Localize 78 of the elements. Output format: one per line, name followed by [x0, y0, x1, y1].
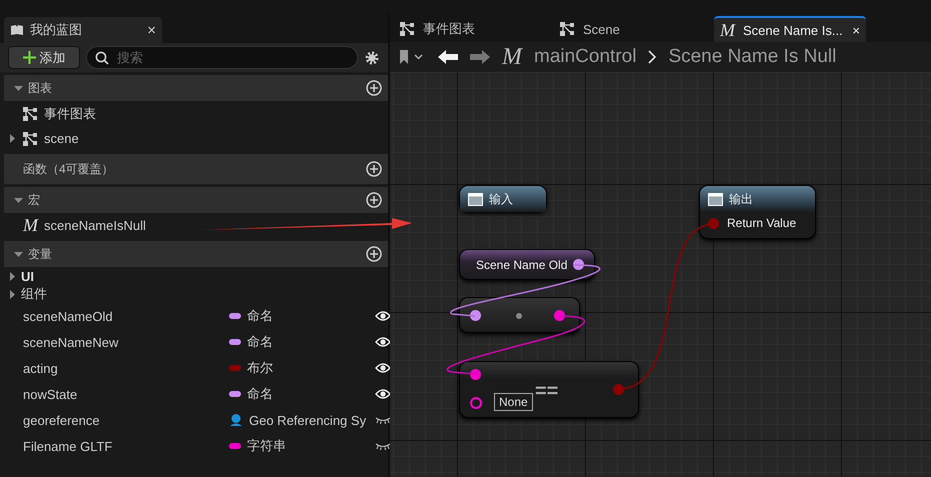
node-title: Scene Name Old [476, 258, 568, 272]
graph-icon [23, 106, 38, 120]
editor-tab[interactable]: 事件图表 [394, 16, 546, 42]
macro-item[interactable]: sceneNameIsNull [44, 218, 146, 233]
add-icon[interactable] [366, 246, 382, 262]
search-field[interactable]: 搜索 [86, 46, 358, 69]
add-icon[interactable] [366, 80, 382, 96]
eye-icon[interactable] [375, 310, 391, 322]
macro-icon: M [720, 20, 735, 40]
window-icon [708, 192, 723, 206]
empty-pin-icon[interactable] [470, 397, 482, 409]
variable-type: 命名 [247, 333, 273, 351]
category-item[interactable]: UI [21, 268, 34, 284]
close-button[interactable]: × [147, 22, 156, 38]
eye-icon[interactable] [375, 362, 391, 374]
node-title: 输出 [729, 190, 753, 208]
dot-icon [516, 313, 522, 319]
settings-icon[interactable] [364, 50, 380, 66]
string-pin-icon[interactable] [470, 369, 481, 380]
panel-tab[interactable]: 我的蓝图 × [4, 17, 162, 43]
back-arrow-icon[interactable] [438, 50, 458, 64]
variable-node[interactable]: Scene Name Old [459, 249, 595, 280]
book-icon [10, 24, 24, 36]
window-icon [468, 192, 483, 206]
chevron-icon [648, 50, 656, 64]
node-title: 输入 [489, 190, 513, 208]
expand-arrow-icon[interactable] [8, 134, 17, 143]
name-pin-icon[interactable] [470, 310, 481, 321]
close-button[interactable]: × [852, 22, 860, 38]
variable-name[interactable]: georeference [23, 412, 229, 428]
variable-name[interactable]: nowState [23, 386, 229, 402]
section-header[interactable]: 图表 [4, 75, 388, 101]
variable-name[interactable]: sceneNameOld [23, 308, 229, 324]
panel-title: 我的蓝图 [30, 21, 83, 39]
closed-eye-icon[interactable] [375, 416, 391, 424]
string-pin-icon[interactable] [554, 310, 565, 321]
section-header[interactable]: 宏 [4, 187, 388, 213]
eye-icon[interactable] [375, 336, 391, 348]
forward-arrow-icon[interactable] [470, 50, 490, 64]
expand-arrow-icon[interactable] [14, 84, 23, 92]
variable-type: 布尔 [247, 359, 273, 377]
eye-icon[interactable] [375, 388, 391, 400]
closed-eye-icon[interactable] [375, 442, 391, 450]
editor-tab[interactable]: Scene [554, 16, 706, 42]
breadcrumb-item[interactable]: Scene Name Is Null [668, 46, 836, 68]
expand-arrow-icon[interactable] [14, 196, 23, 204]
editor-tab[interactable]: M Scene Name Is... × [714, 16, 866, 42]
compare-node[interactable]: None == [459, 361, 639, 418]
category-item[interactable]: 组件 [21, 285, 47, 303]
variable-type: 命名 [247, 307, 273, 325]
add-button[interactable]: 添加 [8, 46, 80, 69]
section-header[interactable]: 变量 [4, 241, 388, 267]
graph-icon [400, 22, 415, 36]
variable-name[interactable]: sceneNameNew [23, 334, 229, 350]
graph-item[interactable]: 事件图表 [44, 104, 96, 122]
pin-label: Return Value [727, 216, 796, 230]
section-header[interactable]: 函数（4可覆盖） [4, 154, 388, 184]
default-value-field[interactable]: None [494, 393, 533, 411]
add-icon[interactable] [366, 192, 382, 208]
macro-icon: M [502, 44, 522, 70]
variable-type: 命名 [247, 385, 273, 403]
output-node[interactable]: 输出 Return Value [699, 185, 816, 239]
variable-name[interactable]: acting [23, 360, 229, 376]
breadcrumb-item[interactable]: mainControl [534, 46, 636, 68]
variable-type: Geo Referencing Sy [249, 412, 366, 428]
graph-item[interactable]: scene [44, 131, 79, 146]
plus-icon [22, 51, 36, 64]
input-node[interactable]: 输入 [459, 185, 547, 212]
macro-icon: M [23, 215, 38, 236]
expand-arrow-icon[interactable] [14, 250, 23, 258]
operator-label: == [535, 380, 558, 403]
add-icon[interactable] [366, 161, 382, 177]
variable-name[interactable]: Filename GLTF [23, 438, 229, 454]
name-pin-icon[interactable] [573, 259, 584, 270]
graph-icon [560, 22, 575, 36]
conversion-node[interactable] [459, 297, 580, 333]
variable-type: 字符串 [247, 437, 286, 455]
graph-icon [23, 132, 38, 146]
